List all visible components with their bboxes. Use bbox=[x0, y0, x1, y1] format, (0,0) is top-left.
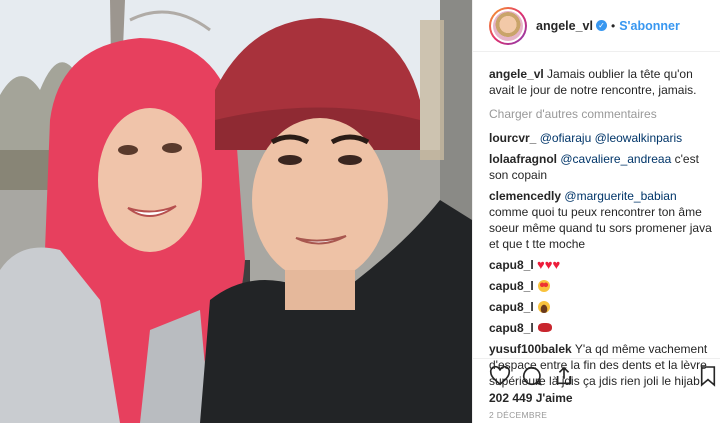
red-heart-icon: ♥ bbox=[537, 257, 545, 272]
list-item: lourcvr_ @ofiaraju @leowalkinparis bbox=[489, 130, 713, 146]
comment-mention[interactable]: @leowalkinparis bbox=[595, 131, 683, 145]
comment-username[interactable]: lourcvr_ bbox=[489, 131, 536, 145]
grinning-emoji-icon bbox=[538, 301, 551, 313]
header-username[interactable]: angele_vl bbox=[536, 19, 593, 33]
list-item: clemencedly @marguerite_babian comme quo… bbox=[489, 188, 713, 252]
heart-outline-icon[interactable] bbox=[489, 365, 511, 387]
comment-username[interactable]: capu8_l bbox=[489, 321, 534, 335]
bookmark-icon[interactable] bbox=[699, 365, 717, 387]
list-item: capu8_l bbox=[489, 320, 713, 336]
profile-picture-icon bbox=[493, 10, 523, 41]
comment-icon[interactable] bbox=[521, 365, 543, 387]
list-item: lolaafragnol @cavaliere_andreaa c'est so… bbox=[489, 151, 713, 183]
comment-username[interactable]: clemencedly bbox=[489, 189, 561, 203]
action-bar bbox=[473, 358, 720, 388]
caption: angele_vl Jamais oublier la tête qu'on a… bbox=[489, 66, 713, 98]
comment-username[interactable]: capu8_l bbox=[489, 279, 534, 293]
post-photo[interactable] bbox=[0, 0, 472, 423]
list-item: capu8_l ♥♥♥ bbox=[489, 257, 713, 273]
likes-count[interactable]: 202 449 J'aime bbox=[489, 391, 573, 405]
selfie-image bbox=[0, 0, 472, 423]
verified-badge-icon: ✓ bbox=[595, 20, 607, 31]
avatar[interactable] bbox=[489, 6, 527, 45]
share-icon[interactable] bbox=[553, 365, 575, 387]
comments-list: angele_vl Jamais oublier la tête qu'on a… bbox=[489, 66, 713, 394]
comment-mention[interactable]: @marguerite_babian bbox=[564, 189, 676, 203]
load-more-comments-button[interactable]: Charger d'autres commentaires bbox=[489, 106, 713, 122]
red-heart-icon: ♥ bbox=[552, 257, 561, 272]
lips-kiss-emoji-icon bbox=[538, 323, 553, 332]
post-header: angele_vl ✓ • S'abonner bbox=[473, 0, 720, 52]
comment-username[interactable]: capu8_l bbox=[489, 258, 534, 272]
comment-text: comme quoi tu peux rencontrer ton âme so… bbox=[489, 205, 712, 251]
list-item: capu8_l bbox=[489, 278, 713, 294]
comment-mention[interactable]: @cavaliere_andreaa bbox=[560, 152, 671, 166]
comment-username[interactable]: yusuf100balek bbox=[489, 342, 572, 356]
caption-username[interactable]: angele_vl bbox=[489, 67, 544, 81]
header-separator: • bbox=[610, 18, 616, 33]
post-side-panel: angele_vl ✓ • S'abonner angele_vl Jamais… bbox=[472, 0, 720, 423]
post-date[interactable]: 2 DÉCEMBRE bbox=[489, 410, 547, 420]
comment-mention[interactable]: @ofiaraju bbox=[540, 131, 592, 145]
comment-username[interactable]: capu8_l bbox=[489, 300, 534, 314]
follow-button[interactable]: S'abonner bbox=[619, 19, 680, 33]
list-item: capu8_l bbox=[489, 299, 713, 315]
heart-eyes-emoji-icon bbox=[538, 280, 551, 292]
comment-username[interactable]: lolaafragnol bbox=[489, 152, 557, 166]
